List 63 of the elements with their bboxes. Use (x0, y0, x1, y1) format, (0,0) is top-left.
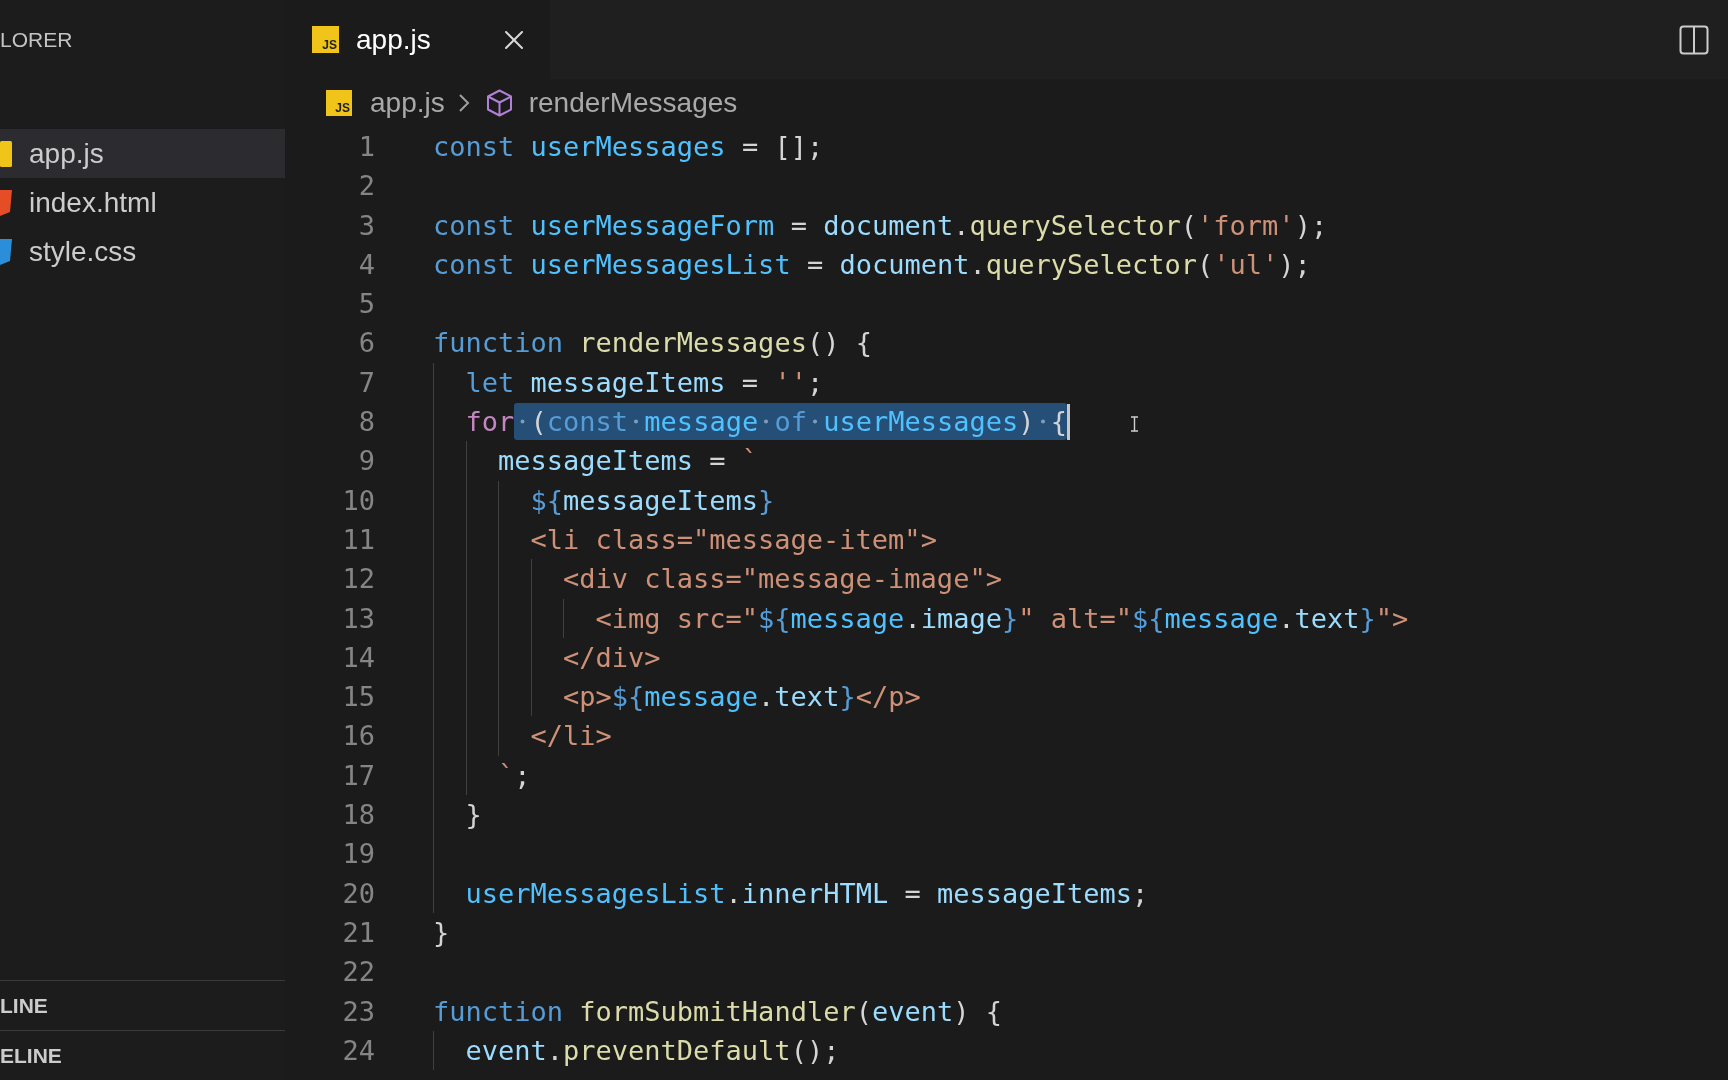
line-number: 23 (342, 994, 375, 1029)
js-file-icon: JS (312, 26, 339, 53)
line-number: 7 (358, 365, 375, 400)
code-line: const userMessageForm = document.querySelector('form'); (433, 208, 1328, 243)
line-number: 8 (358, 405, 375, 440)
code-line: messageItems = ` (498, 444, 759, 479)
code-line: userMessagesList.innerHTML = messageItems; (465, 876, 1149, 911)
code-line: const userMessagesList = document.querySelector('ul'); (433, 247, 1311, 282)
i-beam-pointer-icon (1130, 416, 1139, 432)
code-line: <div class="message-image"> (563, 562, 1002, 597)
line-number: 14 (342, 640, 375, 675)
line-number: 21 (342, 915, 375, 950)
line-number: 5 (358, 287, 375, 322)
editor-tab[interactable]: JS app.js (285, 0, 550, 79)
code-line: } (433, 915, 450, 950)
line-number: 13 (342, 601, 375, 636)
code-line: event.preventDefault(); (465, 1033, 840, 1068)
code-line: <p>${message.text}</p> (563, 680, 921, 715)
file-item[interactable]: app.js (0, 129, 285, 178)
sidebar-section-header[interactable]: LINE (0, 980, 285, 1030)
line-number: 6 (358, 326, 375, 361)
line-number: 19 (342, 837, 375, 872)
file-item[interactable]: style.css (0, 227, 285, 276)
code-line: function formSubmitHandler(event) { (433, 994, 1002, 1029)
js-file-icon: JS (326, 90, 352, 116)
css-file-icon (0, 238, 12, 265)
code-line: let messageItems = ''; (465, 365, 824, 400)
line-number: 15 (342, 680, 375, 715)
chevron-icon (457, 93, 470, 113)
line-number: 22 (342, 955, 375, 990)
code-line: const userMessages = []; (433, 130, 824, 164)
breadcrumb-item[interactable]: JS app.js (326, 86, 445, 120)
code-line: <li class="message-item"> (530, 522, 937, 557)
line-number: 17 (342, 758, 375, 793)
file-item[interactable]: index.html (0, 178, 285, 227)
code-line: `; (498, 758, 531, 793)
line-number: 3 (358, 208, 375, 243)
line-number: 11 (342, 522, 375, 557)
line-number: 10 (342, 483, 375, 518)
split-view-icon[interactable] (1679, 24, 1709, 55)
code-line: ${messageItems} (530, 483, 775, 518)
code-line: </div> (563, 640, 661, 675)
code-line: </li> (530, 719, 612, 754)
line-number: 18 (342, 798, 375, 833)
line-number: 20 (342, 876, 375, 911)
cube-icon (485, 89, 513, 117)
line-number: 9 (358, 444, 375, 479)
line-number: 4 (358, 247, 375, 282)
breadcrumb-item[interactable]: renderMessages (485, 86, 738, 120)
line-number: 16 (342, 719, 375, 754)
line-number: 12 (342, 562, 375, 597)
sidebar-section-header[interactable]: ELINE (0, 1030, 285, 1080)
line-number: 1 (358, 130, 375, 164)
sidebar-title: LORER (0, 26, 73, 53)
code-line: } (465, 798, 482, 833)
line-number: 2 (358, 169, 375, 204)
js-file-icon (0, 140, 12, 167)
code-line: <img src="${message.image}" alt="${message.text}"> (595, 601, 1409, 636)
html-file-icon (0, 189, 12, 216)
code-line: function renderMessages() { (433, 326, 872, 361)
close-icon[interactable] (503, 29, 524, 50)
code-line: for (const message of userMessages) { (465, 402, 1068, 442)
line-number: 24 (342, 1033, 375, 1068)
